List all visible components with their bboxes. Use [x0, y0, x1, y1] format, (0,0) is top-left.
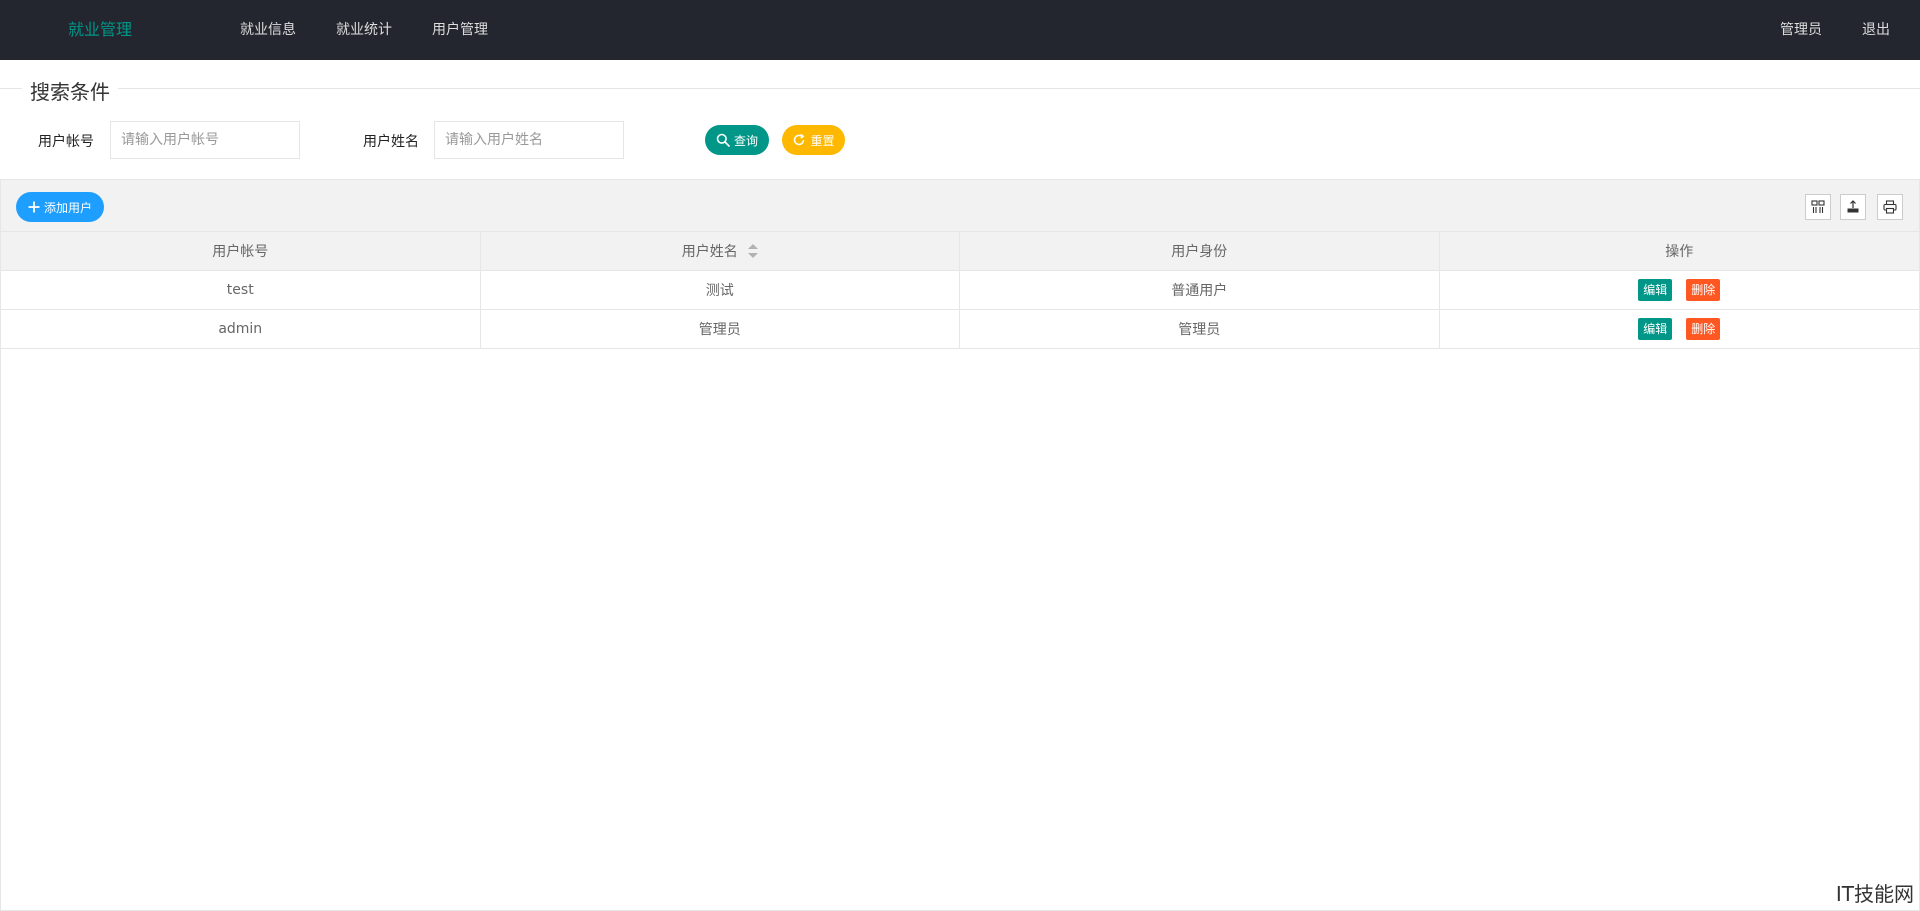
- nav-employment-info[interactable]: 就业信息: [220, 0, 316, 60]
- user-table-panel: 添加用户 用户帐号 用户姓名 用户身份 操作 test 测试 普通用户 编辑 删…: [0, 179, 1920, 911]
- user-nav: 管理员 退出: [1760, 0, 1910, 60]
- cell-role: 普通用户: [960, 271, 1440, 309]
- current-user[interactable]: 管理员: [1760, 0, 1842, 60]
- delete-button[interactable]: 删除: [1686, 318, 1721, 340]
- cell-role: 管理员: [960, 310, 1440, 348]
- export-icon[interactable]: [1840, 194, 1866, 220]
- cell-account: admin: [1, 310, 481, 348]
- user-table: 用户帐号 用户姓名 用户身份 操作 test 测试 普通用户 编辑 删除 adm…: [1, 232, 1919, 349]
- query-label: 查询: [733, 133, 758, 148]
- add-user-button[interactable]: 添加用户: [16, 192, 104, 222]
- columns-icon[interactable]: [1805, 194, 1831, 220]
- table-header-row: 用户帐号 用户姓名 用户身份 操作: [1, 232, 1919, 271]
- reset-button[interactable]: 重置: [782, 125, 845, 155]
- logout-link[interactable]: 退出: [1842, 0, 1910, 60]
- column-header-name[interactable]: 用户姓名: [481, 232, 960, 270]
- app-logo[interactable]: 就业管理: [68, 0, 132, 60]
- add-user-label: 添加用户: [43, 200, 92, 215]
- column-header-account: 用户帐号: [1, 232, 481, 270]
- fieldset-divider: [0, 88, 1920, 89]
- name-input[interactable]: [434, 121, 624, 159]
- nav-employment-stats[interactable]: 就业统计: [316, 0, 412, 60]
- name-label: 用户姓名: [363, 134, 419, 150]
- reset-label: 重置: [810, 133, 835, 148]
- edit-button[interactable]: 编辑: [1638, 318, 1673, 340]
- table-row: test 测试 普通用户 编辑 删除: [1, 271, 1919, 310]
- edit-button[interactable]: 编辑: [1638, 279, 1673, 301]
- cell-name: 测试: [481, 271, 960, 309]
- sort-icon[interactable]: [747, 244, 758, 258]
- top-header: 就业管理 就业信息 就业统计 用户管理 管理员 退出: [0, 0, 1920, 60]
- cell-actions: 编辑 删除: [1440, 310, 1920, 348]
- column-header-role: 用户身份: [960, 232, 1440, 270]
- cell-actions: 编辑 删除: [1440, 271, 1920, 309]
- account-label: 用户帐号: [38, 134, 94, 150]
- account-input[interactable]: [110, 121, 300, 159]
- query-button[interactable]: 查询: [705, 125, 769, 155]
- column-header-actions: 操作: [1665, 244, 1694, 260]
- nav-user-management[interactable]: 用户管理: [412, 0, 508, 60]
- print-icon[interactable]: [1877, 194, 1903, 220]
- search-legend: 搜索条件: [22, 76, 118, 105]
- main-nav: 就业信息 就业统计 用户管理: [220, 0, 508, 60]
- table-toolbar: 添加用户: [1, 180, 1919, 232]
- delete-button[interactable]: 删除: [1686, 279, 1721, 301]
- refresh-icon: [794, 133, 805, 146]
- plus-icon: [28, 201, 40, 213]
- cell-account: test: [1, 271, 481, 309]
- cell-name: 管理员: [481, 310, 960, 348]
- watermark: IT技能网: [1833, 878, 1916, 907]
- search-icon: [716, 133, 730, 147]
- table-row: admin 管理员 管理员 编辑 删除: [1, 310, 1919, 349]
